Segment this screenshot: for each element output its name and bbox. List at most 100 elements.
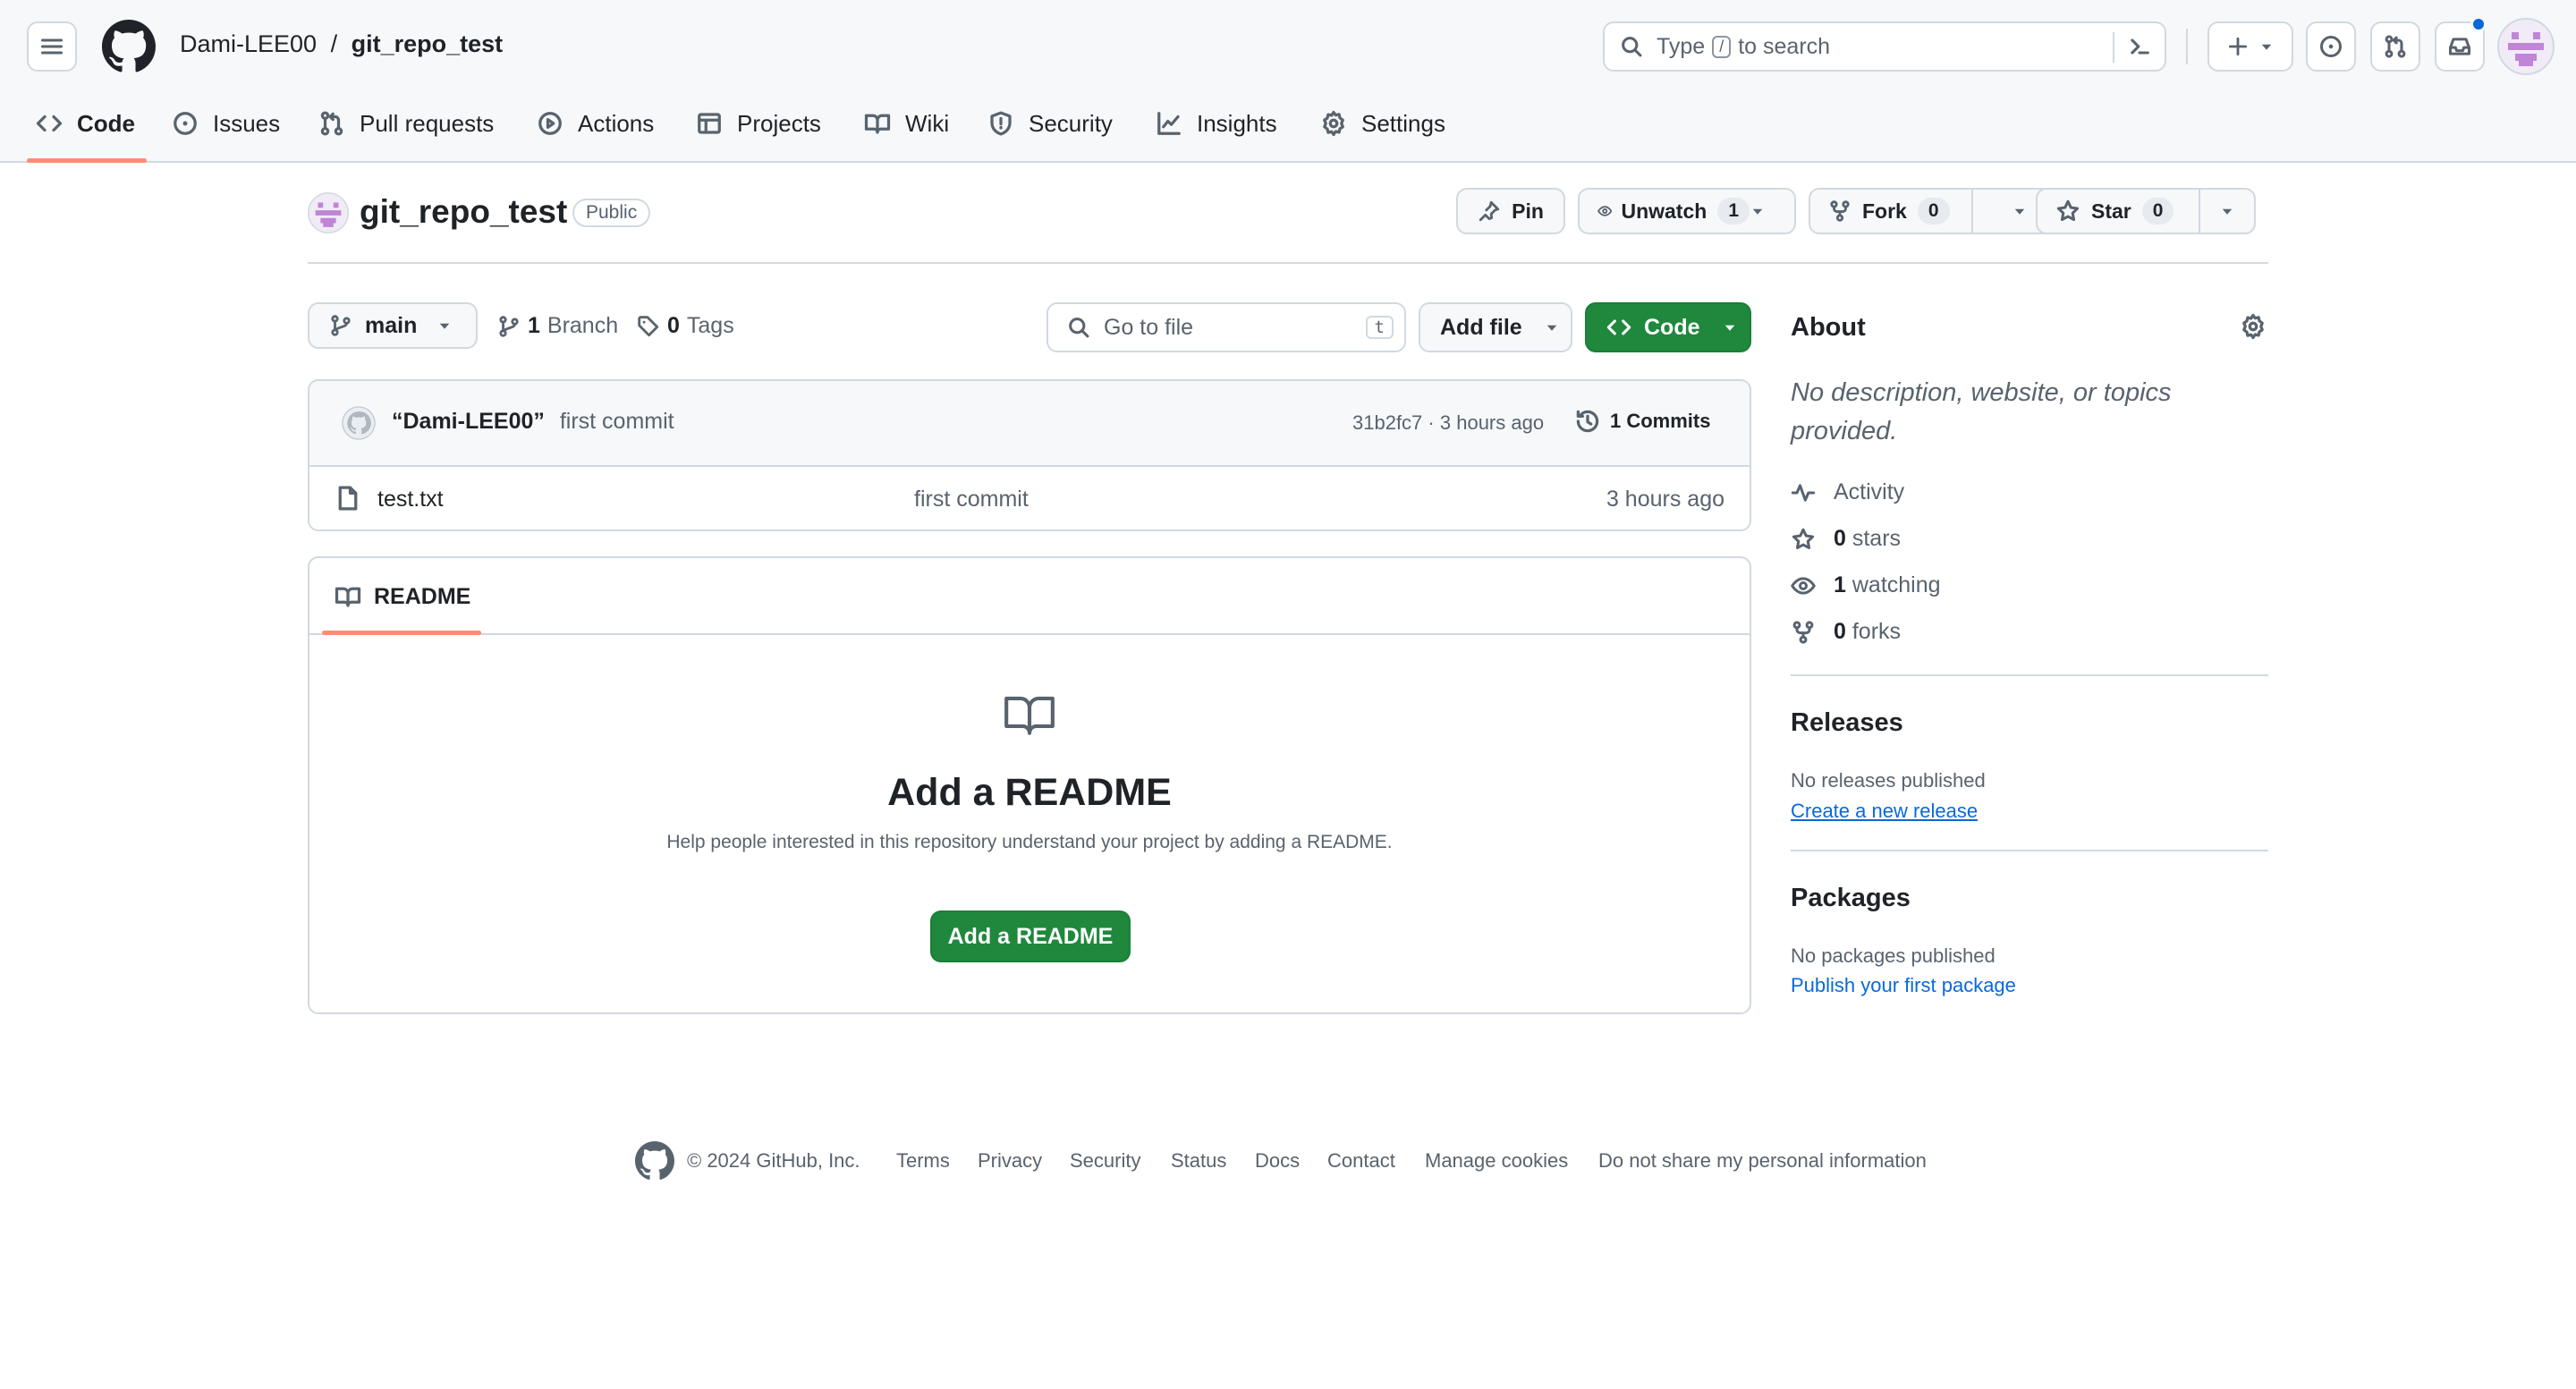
commit-author-avatar[interactable] [342, 406, 376, 440]
star-icon [1792, 528, 1815, 549]
publish-package-link[interactable]: Publish your first package [1791, 974, 2016, 997]
breadcrumb-owner[interactable]: Dami-LEE00 [180, 30, 317, 57]
tab-code[interactable]: Code [36, 97, 135, 150]
readme-panel: README Add a README Help people interest… [308, 556, 1751, 1014]
unwatch-button[interactable]: Unwatch 1 [1578, 188, 1796, 234]
visibility-badge: Public [572, 199, 651, 227]
shield-icon [990, 111, 1012, 136]
command-palette-icon[interactable] [2127, 34, 2152, 59]
repo-owner-avatar[interactable] [308, 192, 349, 233]
global-search-input[interactable]: Type / to search [1603, 21, 2166, 72]
watching-count: 1 [1834, 572, 1846, 597]
fork-main[interactable]: Fork 0 [1810, 190, 1971, 233]
pin-label: Pin [1512, 199, 1544, 223]
tab-pull-requests[interactable]: Pull requests [318, 97, 494, 150]
menu-button[interactable] [27, 21, 77, 72]
about-title: About [1791, 313, 1866, 342]
readme-tab[interactable]: README [335, 583, 470, 610]
tab-issues[interactable]: Issues [172, 97, 280, 150]
code-button[interactable]: Code [1585, 302, 1751, 352]
commit-message[interactable]: first commit [560, 409, 674, 434]
triangle-down-icon [1546, 325, 1556, 331]
commit-hash[interactable]: 31b2fc7 [1352, 411, 1422, 434]
tab-projects[interactable]: Projects [696, 97, 821, 150]
go-to-file-input[interactable]: Go to file t [1046, 302, 1406, 352]
fork-button[interactable]: Fork 0 [1809, 188, 2068, 234]
tab-insights[interactable]: Insights [1156, 97, 1277, 150]
footer-link-docs[interactable]: Docs [1255, 1149, 1300, 1173]
file-commit-message[interactable]: first commit [914, 487, 1029, 512]
create-release-link[interactable]: Create a new release [1791, 800, 1978, 823]
tab-issues-label: Issues [213, 109, 281, 137]
footer-link-status[interactable]: Status [1171, 1149, 1226, 1173]
book-icon [335, 587, 361, 607]
forks-count: 0 [1834, 619, 1846, 644]
github-logo-icon[interactable] [635, 1141, 674, 1181]
branch-selector[interactable]: main [308, 302, 478, 349]
commits-history-link[interactable]: 1 Commits [1574, 408, 1710, 435]
add-file-button[interactable]: Add file [1419, 302, 1572, 352]
go-to-file-shortcut: t [1365, 316, 1394, 339]
footer-link-do-not-share[interactable]: Do not share my personal information [1598, 1149, 1927, 1173]
footer-link-manage-cookies[interactable]: Manage cookies [1425, 1149, 1568, 1173]
latest-commit: “Dami-LEE00” first commit [392, 409, 674, 435]
tab-wiki[interactable]: Wiki [864, 97, 949, 150]
add-readme-button[interactable]: Add a README [930, 910, 1131, 962]
activity-label: Activity [1834, 479, 1905, 504]
triangle-down-icon[interactable] [1750, 203, 1766, 219]
repo-title[interactable]: git_repo_test [360, 193, 567, 231]
file-commit-time: 3 hours ago [1606, 487, 1724, 512]
branch-name: main [365, 312, 418, 338]
forks-link[interactable]: 0 forks [1791, 619, 1901, 645]
footer-link-security[interactable]: Security [1070, 1149, 1140, 1173]
code-icon [1606, 319, 1631, 335]
star-label: Star [2091, 199, 2131, 223]
unwatch-label: Unwatch [1621, 199, 1707, 223]
commit-author[interactable]: “Dami-LEE00” [392, 409, 545, 434]
breadcrumb-repo[interactable]: git_repo_test [352, 30, 504, 57]
star-button[interactable]: Star 0 [2036, 188, 2256, 234]
file-icon [338, 486, 358, 511]
pin-icon [1479, 200, 1500, 222]
search-icon [1622, 37, 1642, 57]
unwatch-main[interactable]: Unwatch 1 [1580, 190, 1750, 233]
issues-button[interactable] [2306, 21, 2356, 72]
tab-settings[interactable]: Settings [1320, 97, 1445, 150]
tab-pull-requests-label: Pull requests [360, 109, 495, 137]
issue-icon [174, 112, 197, 135]
footer-link-terms[interactable]: Terms [896, 1149, 950, 1173]
github-logo-icon[interactable] [102, 20, 156, 73]
tags-link[interactable]: 0 Tags [637, 313, 734, 339]
file-name[interactable]: test.txt [377, 487, 444, 512]
tab-actions[interactable]: Actions [537, 97, 654, 150]
watching-link[interactable]: 1 watching [1791, 572, 1941, 598]
branches-link[interactable]: 1 Branch [497, 313, 618, 339]
activity-link[interactable]: Activity [1791, 479, 1904, 505]
stars-link[interactable]: 0 stars [1791, 526, 1901, 552]
search-placeholder: Type [1657, 33, 1706, 59]
file-table: “Dami-LEE00” first commit 31b2fc7 · 3 ho… [308, 379, 1751, 531]
tag-count: 0 [667, 313, 680, 338]
commit-meta: 31b2fc7 · 3 hours ago [1352, 411, 1544, 435]
user-avatar[interactable] [2497, 18, 2555, 75]
pulse-icon [1791, 483, 1816, 502]
issue-icon [2319, 35, 2343, 58]
branch-icon [331, 315, 351, 336]
watching-label: watching [1852, 572, 1941, 597]
pin-button[interactable]: Pin [1456, 188, 1565, 234]
gear-icon[interactable] [2240, 313, 2267, 340]
search-shortcut-key: / [1712, 35, 1732, 58]
star-main[interactable]: Star 0 [2038, 190, 2199, 233]
pull-requests-button[interactable] [2370, 21, 2420, 72]
tab-settings-label: Settings [1361, 109, 1445, 137]
footer-link-contact[interactable]: Contact [1327, 1149, 1395, 1173]
readme-empty-description: Help people interested in this repositor… [666, 832, 1393, 852]
global-header: Dami-LEE00 / git_repo_test Type / to sea… [0, 0, 2576, 163]
releases-title[interactable]: Releases [1791, 708, 1903, 738]
footer-link-privacy[interactable]: Privacy [978, 1149, 1042, 1173]
star-dropdown[interactable] [2200, 190, 2254, 233]
tab-security[interactable]: Security [987, 97, 1113, 150]
watch-count: 1 [1717, 198, 1750, 224]
packages-title[interactable]: Packages [1791, 884, 1911, 913]
create-new-button[interactable] [2207, 21, 2293, 72]
